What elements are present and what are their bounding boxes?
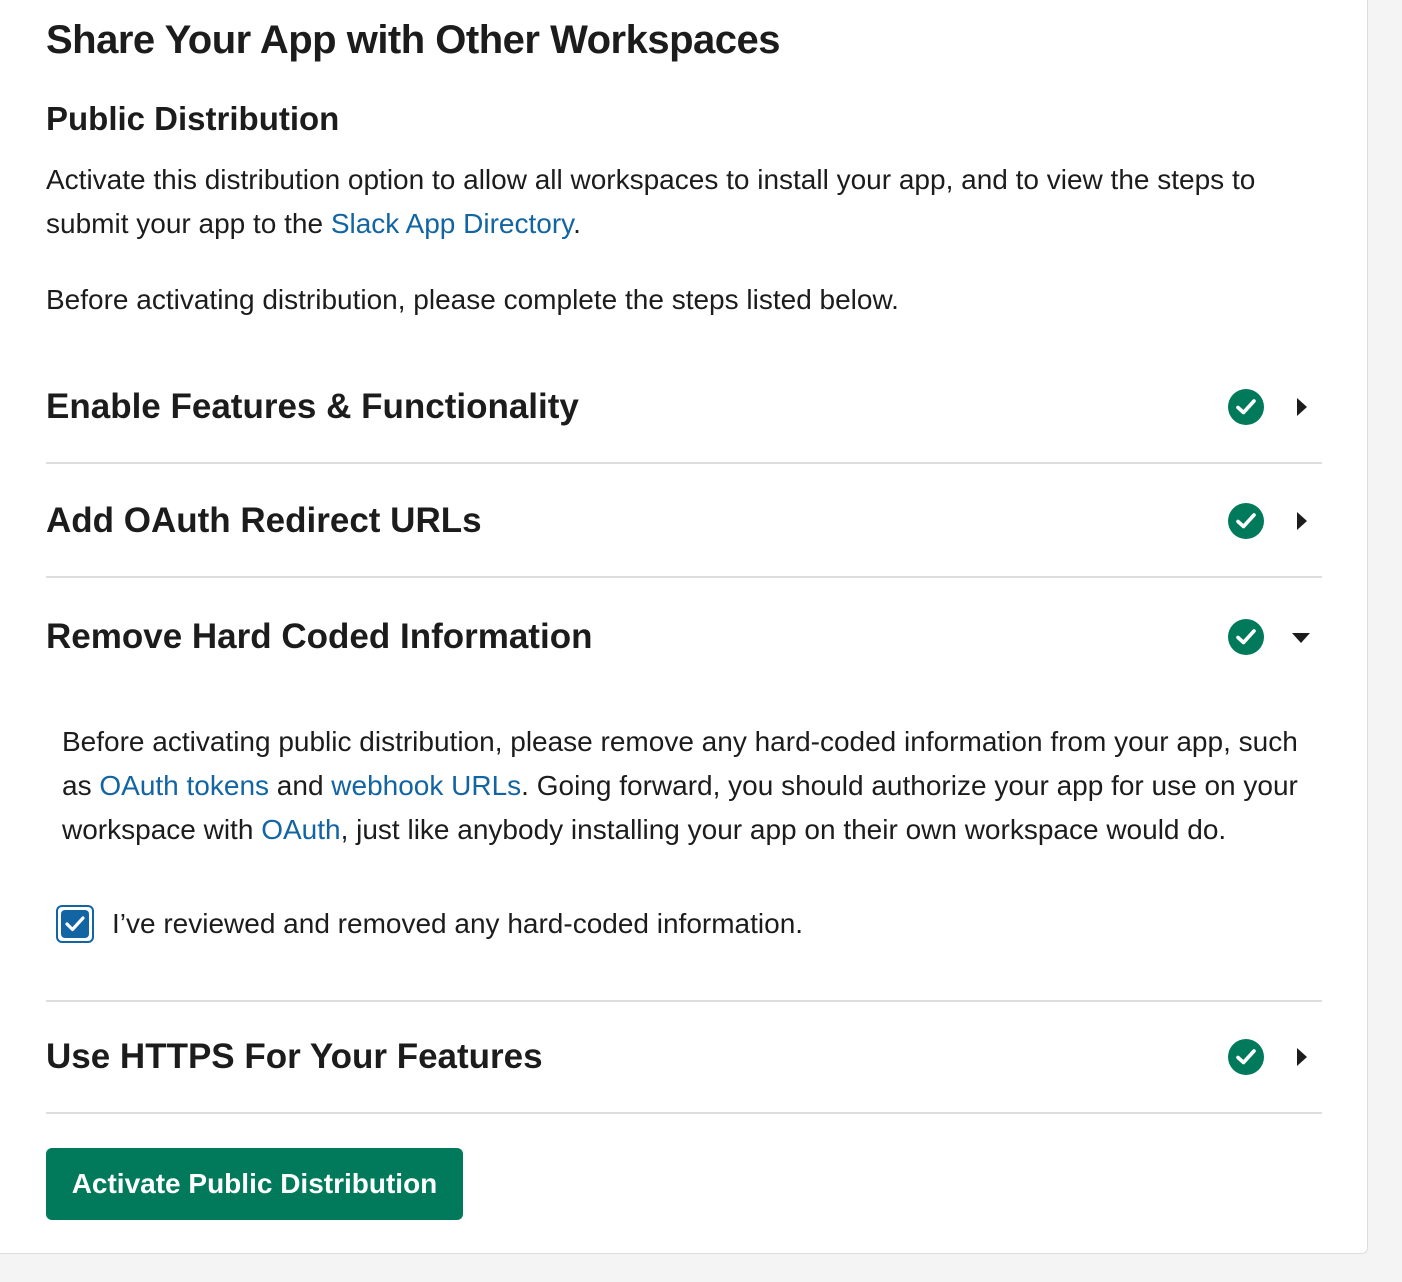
caret-right-icon[interactable] bbox=[1297, 398, 1307, 416]
checkmark-icon bbox=[61, 910, 89, 938]
activate-public-distribution-button[interactable]: Activate Public Distribution bbox=[46, 1148, 463, 1220]
intro-text-end: . bbox=[573, 208, 581, 239]
caret-right-icon[interactable] bbox=[1297, 1048, 1307, 1066]
intro-text-start: Activate this distribution option to all… bbox=[46, 164, 1256, 239]
intro-text: Activate this distribution option to all… bbox=[46, 158, 1326, 246]
distribution-card: Share Your App with Other Workspaces Pub… bbox=[0, 0, 1368, 1254]
step-title: Enable Features & Functionality bbox=[46, 387, 579, 426]
check-circle-icon bbox=[1228, 503, 1264, 539]
step-remove-hard-coded-info: Remove Hard Coded Information Before act… bbox=[46, 580, 1322, 1002]
webhook-urls-link[interactable]: webhook URLs bbox=[331, 770, 521, 801]
oauth-tokens-link[interactable]: OAuth tokens bbox=[99, 770, 269, 801]
before-activating-text: Before activating distribution, please c… bbox=[46, 284, 899, 315]
page-title: Share Your App with Other Workspaces bbox=[46, 18, 781, 62]
slack-app-directory-link[interactable]: Slack App Directory bbox=[331, 208, 573, 239]
check-circle-icon bbox=[1228, 1039, 1264, 1075]
body-text-part: , just like anybody installing your app … bbox=[340, 814, 1227, 845]
step-body-text: Before activating public distribution, p… bbox=[62, 720, 1302, 852]
check-circle-icon bbox=[1228, 389, 1264, 425]
caret-down-icon[interactable] bbox=[1292, 633, 1310, 643]
step-enable-features[interactable]: Enable Features & Functionality bbox=[46, 350, 1322, 464]
body-text-part: and bbox=[269, 770, 332, 801]
caret-right-icon[interactable] bbox=[1297, 512, 1307, 530]
step-oauth-redirect-urls[interactable]: Add OAuth Redirect URLs bbox=[46, 464, 1322, 578]
section-title: Public Distribution bbox=[46, 100, 340, 137]
reviewed-checkbox-label[interactable]: I’ve reviewed and removed any hard-coded… bbox=[112, 904, 803, 944]
step-title: Use HTTPS For Your Features bbox=[46, 1037, 543, 1076]
check-circle-icon bbox=[1228, 619, 1264, 655]
oauth-link[interactable]: OAuth bbox=[261, 814, 340, 845]
step-title: Add OAuth Redirect URLs bbox=[46, 501, 482, 540]
step-title[interactable]: Remove Hard Coded Information bbox=[46, 580, 592, 694]
reviewed-checkbox[interactable] bbox=[56, 905, 94, 943]
step-use-https[interactable]: Use HTTPS For Your Features bbox=[46, 1000, 1322, 1114]
